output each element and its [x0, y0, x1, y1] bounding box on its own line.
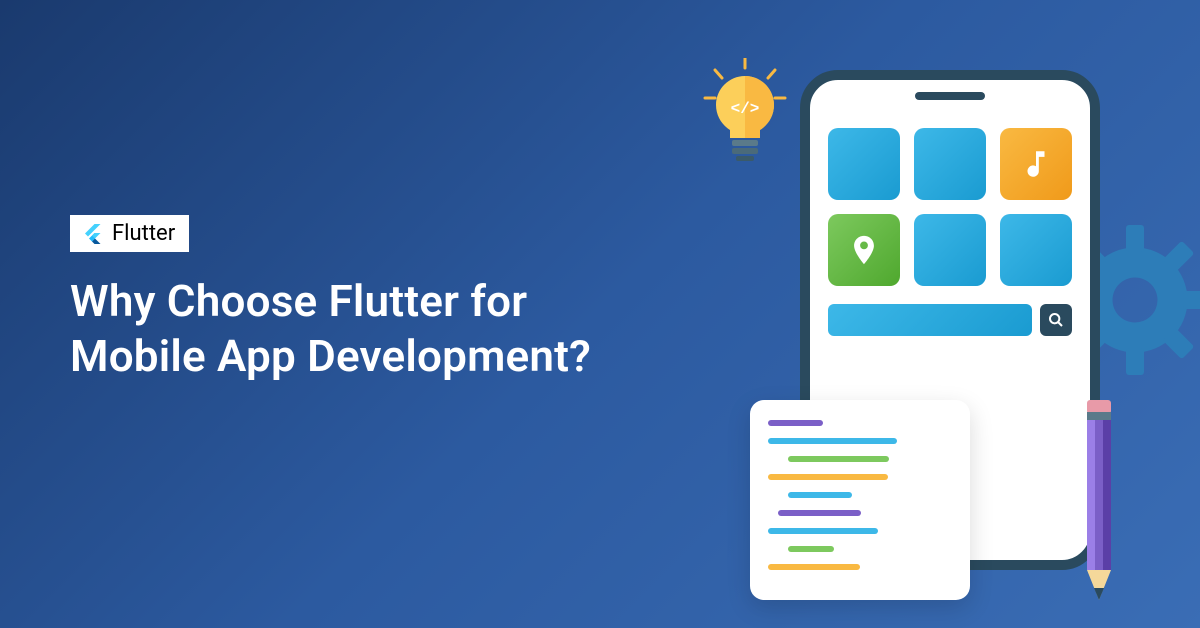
code-line	[768, 528, 878, 534]
app-grid	[828, 128, 1072, 286]
app-tile-2	[914, 128, 986, 200]
code-line	[768, 474, 888, 480]
app-tile-6	[1000, 214, 1072, 286]
magnifier-icon	[1048, 312, 1064, 328]
lightbulb-icon: </>	[700, 58, 790, 178]
code-line	[778, 510, 861, 516]
flutter-badge-label: Flutter	[112, 221, 175, 246]
text-content: Flutter Why Choose Flutter for Mobile Ap…	[70, 215, 670, 384]
search-button-shape	[1040, 304, 1072, 336]
flutter-logo-icon	[80, 222, 104, 246]
pencil-icon	[1083, 400, 1115, 610]
search-bar	[828, 304, 1072, 336]
app-tile-location	[828, 214, 900, 286]
phone-speaker	[915, 92, 985, 100]
search-input-shape	[828, 304, 1032, 336]
headline-line-1: Why Choose Flutter for	[70, 275, 527, 327]
flutter-badge: Flutter	[70, 215, 189, 252]
code-line	[768, 564, 860, 570]
code-line	[768, 438, 897, 444]
code-line	[788, 492, 852, 498]
illustration-group: </>	[710, 50, 1170, 590]
headline: Why Choose Flutter for Mobile App Develo…	[70, 274, 670, 384]
code-line	[788, 456, 889, 462]
svg-text:</>: </>	[731, 100, 760, 118]
app-tile-1	[828, 128, 900, 200]
location-pin-icon	[847, 233, 881, 267]
code-line	[768, 420, 823, 426]
app-tile-music	[1000, 128, 1072, 200]
app-tile-5	[914, 214, 986, 286]
code-card	[750, 400, 970, 600]
headline-line-2: Mobile App Development?	[70, 330, 591, 382]
music-icon	[1019, 147, 1053, 181]
code-line	[788, 546, 834, 552]
